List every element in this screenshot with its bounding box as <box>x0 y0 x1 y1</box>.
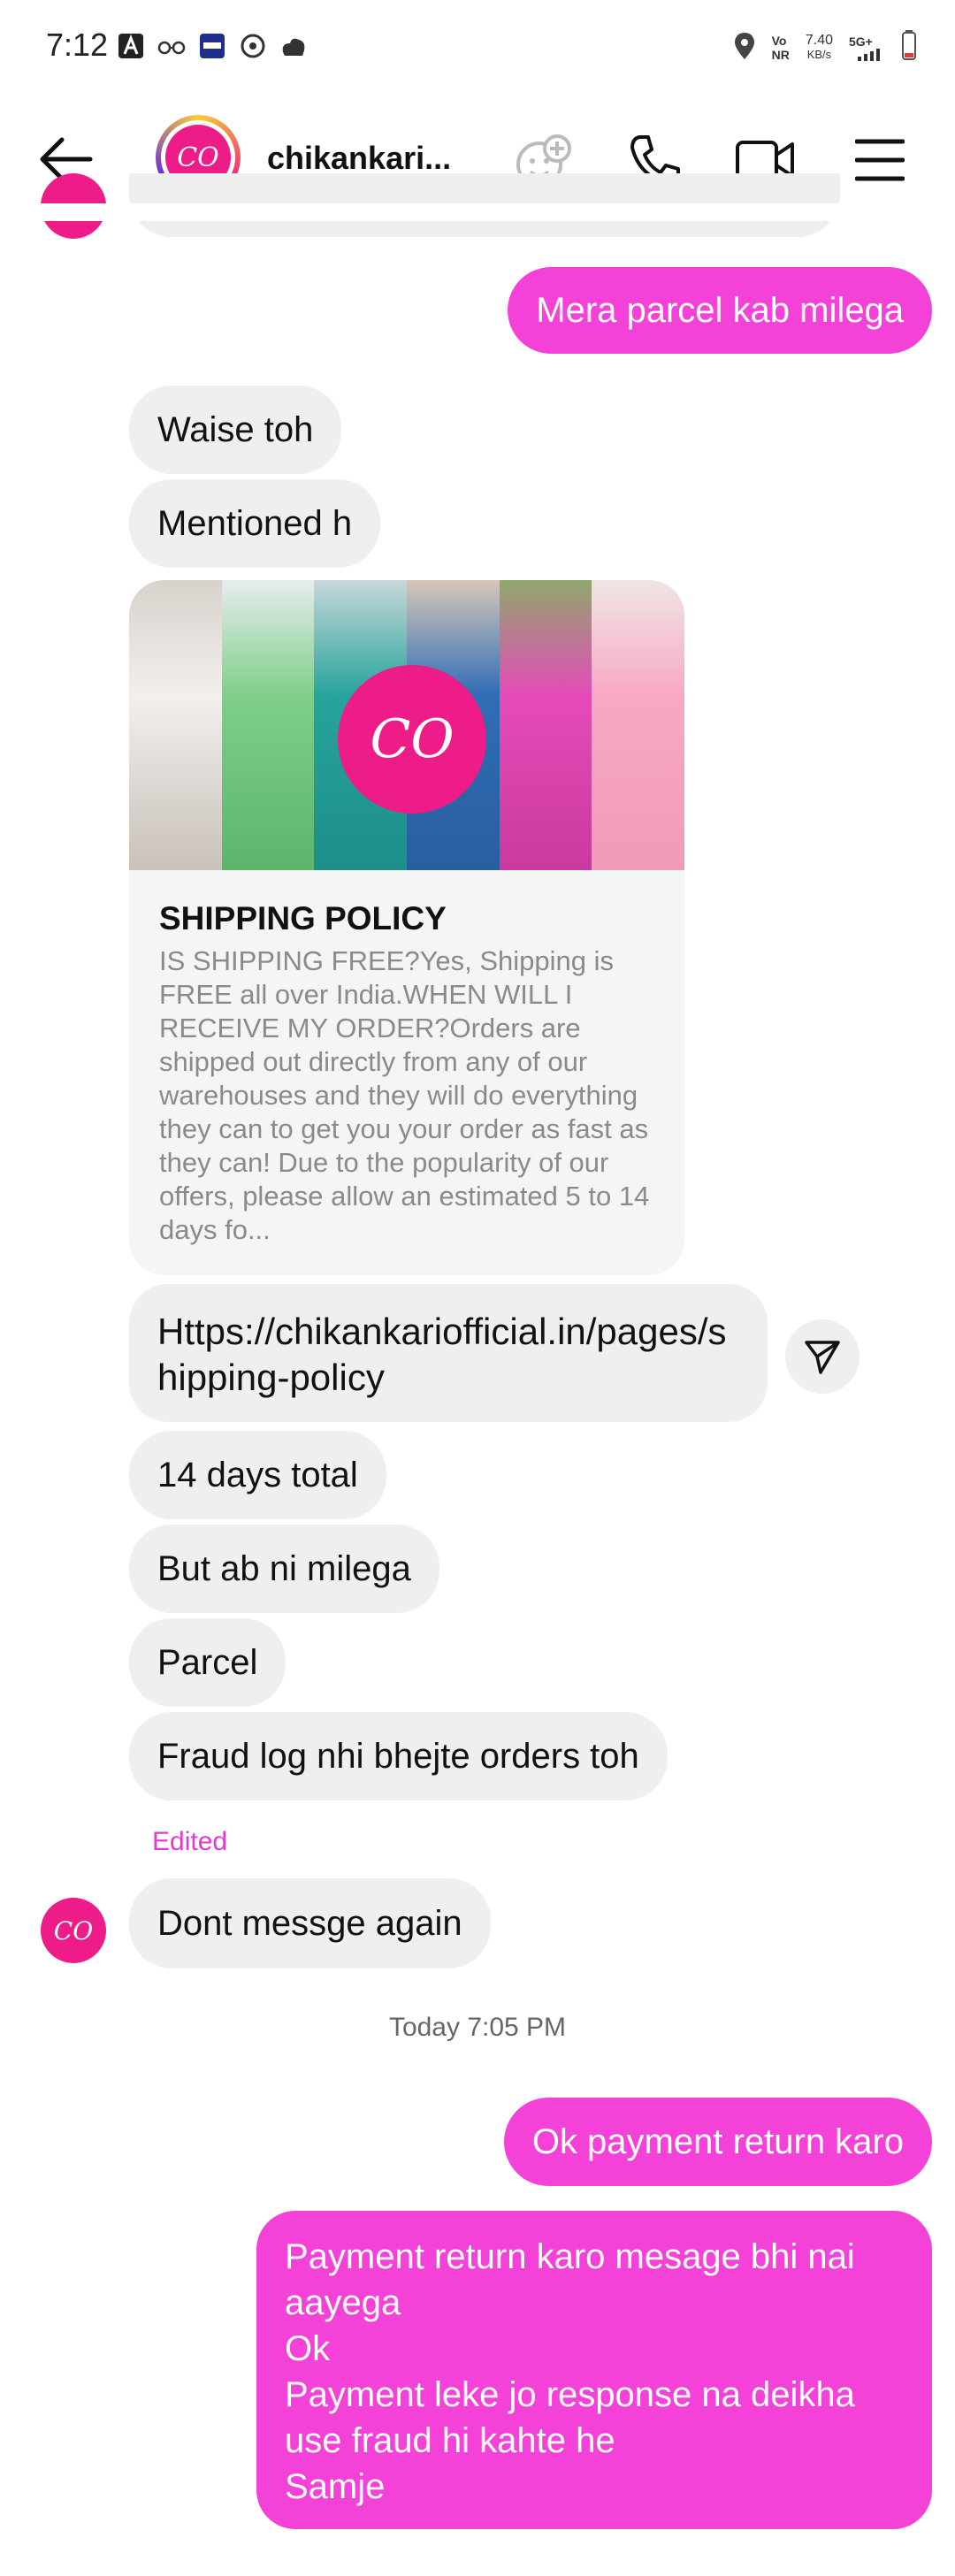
message-incoming[interactable]: Parcel <box>129 1618 286 1707</box>
message-incoming[interactable]: But ab ni milega <box>129 1525 439 1613</box>
message-outgoing[interactable]: Ok payment return karo <box>503 2098 932 2186</box>
app-a-icon <box>117 32 145 60</box>
message-incoming[interactable]: 14 days total <box>129 1431 386 1519</box>
share-button[interactable] <box>785 1319 860 1394</box>
whatsapp-icon <box>239 32 267 60</box>
message-incoming[interactable]: Dont messge again <box>129 1878 491 1968</box>
edited-label: Edited <box>152 1827 228 1856</box>
cloud-app-icon <box>279 32 308 60</box>
status-bar: 7:12 Vo NR 7.40 KB/s 5G+ <box>0 0 955 97</box>
signal-indicator: 5G+ <box>849 34 884 61</box>
system-status: Vo NR 7.40 KB/s 5G+ <box>733 30 918 65</box>
menu-icon[interactable] <box>849 129 911 191</box>
message-incoming[interactable]: Fraud log nhi bhejte orders toh <box>129 1712 668 1800</box>
network-speed: 7.40 KB/s <box>805 32 833 61</box>
notification-icons <box>117 32 308 60</box>
bse-app-icon <box>198 32 226 60</box>
send-icon <box>805 1341 840 1374</box>
link-preview-card[interactable]: CO SHIPPING POLICY IS SHIPPING FREE?Yes,… <box>129 580 684 1275</box>
signal-bars-icon <box>858 48 880 61</box>
status-time: 7:12 <box>46 27 109 63</box>
brand-logo: CO <box>338 665 486 814</box>
sender-avatar[interactable]: CO <box>41 1898 106 1963</box>
battery-icon <box>900 30 918 65</box>
card-title: SHIPPING POLICY <box>159 900 447 936</box>
chat-title[interactable]: chikankari... <box>267 140 451 177</box>
message-link[interactable]: Https://chikankariofficial.in/pages/ship… <box>129 1284 768 1422</box>
message-outgoing-multiline[interactable]: Payment return karo mesage bhi nai aayeg… <box>256 2211 932 2529</box>
glasses-icon <box>157 32 186 60</box>
message-incoming[interactable]: Waise toh <box>129 386 342 474</box>
preview-image: CO <box>129 580 684 870</box>
message-incoming[interactable]: Mentioned h <box>129 479 381 568</box>
location-icon <box>733 31 756 64</box>
volte-indicator: Vo NR <box>771 33 790 62</box>
message-outgoing[interactable]: Mera parcel kab milega <box>508 267 932 354</box>
timestamp: Today 7:05 PM <box>388 2013 567 2042</box>
card-description: IS SHIPPING FREE?Yes, Shipping is FREE a… <box>159 945 650 1245</box>
